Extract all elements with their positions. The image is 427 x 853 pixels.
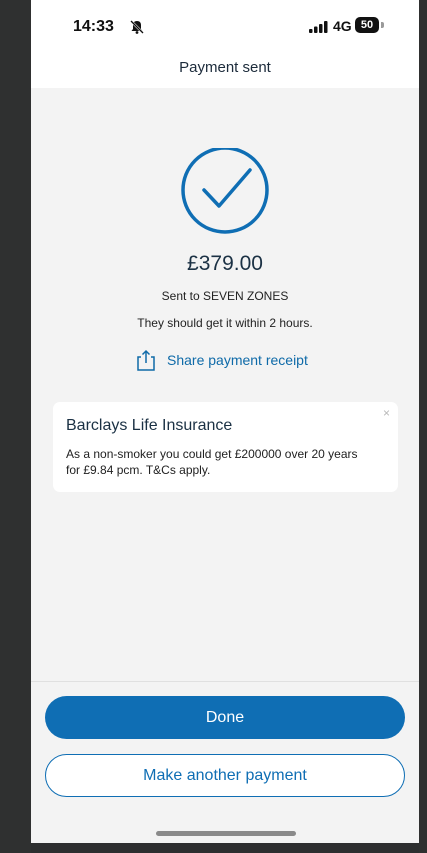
status-bar: 14:33 4G 50: [31, 0, 419, 54]
home-indicator[interactable]: [156, 831, 296, 836]
network-type: 4G: [333, 18, 352, 34]
share-icon: [137, 349, 155, 371]
battery-tip: [381, 22, 384, 28]
eta-text: They should get it within 2 hours.: [137, 316, 313, 330]
screen-bezel-right: [419, 0, 427, 853]
battery-icon: 50: [355, 17, 379, 33]
signal-icon: [309, 20, 329, 33]
share-receipt-label: Share payment receipt: [167, 352, 308, 368]
screen-bezel-left: [0, 0, 31, 853]
promo-body: As a non-smoker you could get £200000 ov…: [66, 447, 358, 477]
checkmark-circle-icon: [180, 146, 270, 238]
payment-amount: £379.00: [187, 252, 263, 275]
share-receipt-link[interactable]: Share payment receipt: [135, 347, 308, 373]
page-title: Payment sent: [179, 59, 271, 76]
nav-bar: Payment sent: [31, 54, 419, 88]
bell-muted-icon: [129, 19, 145, 35]
phone-screen: 14:33 4G 50 Payment sent £379.00 Sent to…: [31, 0, 419, 843]
done-button[interactable]: Done: [45, 696, 405, 739]
status-time: 14:33: [73, 18, 114, 35]
promo-title: Barclays Life Insurance: [66, 417, 233, 434]
promo-card[interactable]: × Barclays Life Insurance As a non-smoke…: [53, 402, 398, 492]
recipient-text: Sent to SEVEN ZONES: [161, 289, 289, 303]
make-another-payment-button[interactable]: Make another payment: [45, 754, 405, 797]
close-icon[interactable]: ×: [383, 406, 390, 420]
action-footer: Done Make another payment: [31, 681, 419, 843]
